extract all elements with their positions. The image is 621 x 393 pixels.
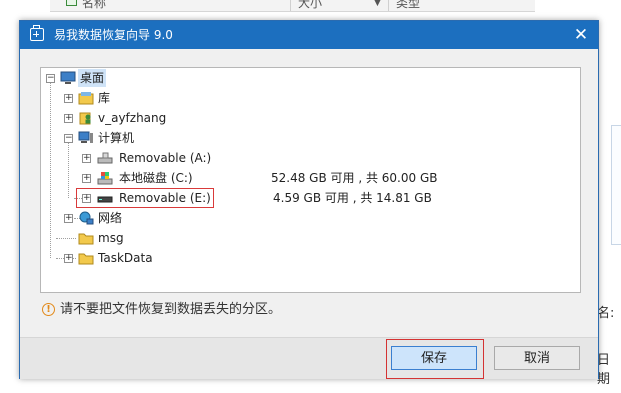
tree-node-library[interactable]: + 库 bbox=[41, 89, 341, 107]
background-label-date: 日期 bbox=[597, 353, 611, 387]
column-divider bbox=[388, 0, 389, 11]
collapse-icon[interactable]: − bbox=[46, 74, 55, 83]
tree-label: Removable (A:) bbox=[119, 151, 212, 165]
tree-node-desktop[interactable]: − 桌面 bbox=[41, 69, 341, 87]
save-location-dialog: 易我数据恢复向导 9.0 ✕ − 桌面 + 库 + v_ayfzhang − 计… bbox=[19, 20, 599, 379]
sort-chevron-icon: ▼ bbox=[374, 0, 381, 8]
expand-icon[interactable]: + bbox=[82, 174, 91, 183]
tree-label: 计算机 bbox=[98, 131, 135, 145]
column-header-size: 大小 bbox=[298, 0, 323, 10]
local-disk-icon bbox=[97, 172, 113, 185]
expand-icon[interactable]: + bbox=[64, 214, 73, 223]
tree-label: v_ayfzhang bbox=[98, 111, 167, 125]
tree-node-drive-a[interactable]: + Removable (A:) bbox=[41, 149, 341, 167]
save-button[interactable]: 保存 bbox=[391, 346, 477, 370]
tree-label: 网络 bbox=[98, 211, 123, 225]
tree-node-network[interactable]: + 网络 bbox=[41, 209, 341, 227]
warning-text: 请不要把文件恢复到数据丢失的分区。 bbox=[60, 302, 282, 317]
collapse-icon[interactable]: − bbox=[64, 134, 73, 143]
dialog-title: 易我数据恢复向导 9.0 bbox=[54, 28, 173, 42]
folder-tree: − 桌面 + 库 + v_ayfzhang − 计算机 + Removable … bbox=[40, 67, 581, 293]
warning-icon: ! bbox=[42, 303, 55, 316]
column-header-type: 类型 bbox=[396, 0, 421, 10]
tree-label: 桌面 bbox=[78, 69, 107, 87]
expand-icon[interactable]: + bbox=[82, 154, 91, 163]
tree-node-computer[interactable]: − 计算机 bbox=[41, 129, 341, 147]
tree-label: TaskData bbox=[98, 251, 153, 265]
background-file-list-header: 名称 大小 ▼ 类型 bbox=[50, 0, 535, 12]
close-button[interactable]: ✕ bbox=[568, 23, 594, 47]
expand-icon[interactable]: + bbox=[64, 114, 73, 123]
tree-label: 库 bbox=[98, 91, 111, 105]
column-header-name: 名称 bbox=[82, 0, 107, 10]
user-folder-icon bbox=[79, 112, 91, 125]
app-icon bbox=[30, 25, 44, 41]
background-panel bbox=[611, 125, 621, 245]
expand-icon[interactable]: + bbox=[64, 94, 73, 103]
desktop-icon bbox=[60, 71, 76, 84]
tree-node-taskdata[interactable]: + TaskData bbox=[41, 249, 341, 267]
column-divider bbox=[290, 0, 291, 11]
dialog-footer: 保存 取消 bbox=[20, 337, 598, 379]
network-icon bbox=[79, 211, 94, 225]
cancel-button[interactable]: 取消 bbox=[494, 346, 580, 370]
library-icon bbox=[78, 92, 94, 105]
tree-node-msg[interactable]: msg bbox=[41, 229, 341, 247]
checkbox-icon bbox=[66, 0, 77, 6]
dialog-title-bar: 易我数据恢复向导 9.0 ✕ bbox=[20, 21, 598, 49]
drive-capacity: 52.48 GB 可用 , 共 60.00 GB bbox=[271, 171, 438, 185]
folder-icon bbox=[78, 233, 94, 245]
folder-icon bbox=[78, 253, 94, 265]
computer-icon bbox=[78, 131, 93, 143]
tree-label: 本地磁盘 (C:) bbox=[119, 171, 193, 185]
removable-drive-icon bbox=[97, 152, 113, 164]
tree-node-drive-c[interactable]: + 本地磁盘 (C:) 52.48 GB 可用 , 共 60.00 GB bbox=[41, 169, 461, 187]
tree-label: msg bbox=[98, 231, 124, 245]
tree-node-user-folder[interactable]: + v_ayfzhang bbox=[41, 109, 341, 127]
background-label-name: 名: bbox=[597, 306, 615, 321]
expand-icon[interactable]: + bbox=[64, 254, 73, 263]
drive-capacity: 4.59 GB 可用 , 共 14.81 GB bbox=[273, 191, 432, 205]
selected-drive-highlight bbox=[76, 188, 214, 208]
